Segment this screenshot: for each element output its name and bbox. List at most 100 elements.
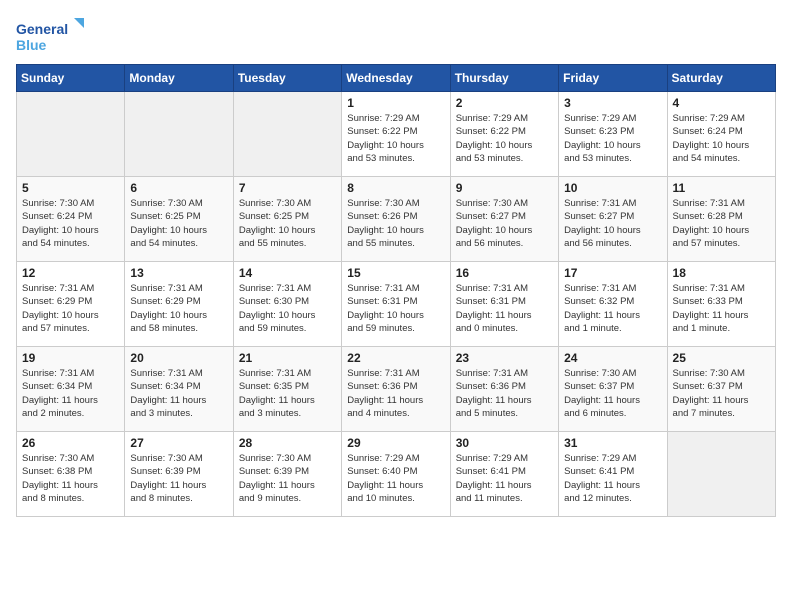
day-info: Sunrise: 7:31 AM Sunset: 6:31 PM Dayligh…	[347, 282, 444, 335]
day-info: Sunrise: 7:31 AM Sunset: 6:36 PM Dayligh…	[347, 367, 444, 420]
col-header-tuesday: Tuesday	[233, 65, 341, 92]
day-number: 21	[239, 351, 336, 365]
day-number: 16	[456, 266, 553, 280]
calendar-cell: 25 Sunrise: 7:30 AM Sunset: 6:37 PM Dayli…	[667, 347, 775, 432]
calendar-cell: 9 Sunrise: 7:30 AM Sunset: 6:27 PM Daylig…	[450, 177, 558, 262]
calendar-cell: 29 Sunrise: 7:29 AM Sunset: 6:40 PM Dayli…	[342, 432, 450, 517]
day-number: 31	[564, 436, 661, 450]
day-info: Sunrise: 7:30 AM Sunset: 6:38 PM Dayligh…	[22, 452, 119, 505]
day-number: 18	[673, 266, 770, 280]
day-info: Sunrise: 7:29 AM Sunset: 6:40 PM Dayligh…	[347, 452, 444, 505]
col-header-thursday: Thursday	[450, 65, 558, 92]
calendar-cell: 15 Sunrise: 7:31 AM Sunset: 6:31 PM Dayli…	[342, 262, 450, 347]
calendar-cell	[125, 92, 233, 177]
day-info: Sunrise: 7:29 AM Sunset: 6:22 PM Dayligh…	[347, 112, 444, 165]
day-info: Sunrise: 7:29 AM Sunset: 6:41 PM Dayligh…	[564, 452, 661, 505]
calendar-cell: 12 Sunrise: 7:31 AM Sunset: 6:29 PM Dayli…	[17, 262, 125, 347]
calendar-cell: 18Sunrise: 7:31 AM Sunset: 6:33 PM Dayli…	[667, 262, 775, 347]
calendar-cell: 11Sunrise: 7:31 AM Sunset: 6:28 PM Dayli…	[667, 177, 775, 262]
calendar-cell: 13 Sunrise: 7:31 AM Sunset: 6:29 PM Dayli…	[125, 262, 233, 347]
day-info: Sunrise: 7:31 AM Sunset: 6:27 PM Dayligh…	[564, 197, 661, 250]
calendar-cell: 10 Sunrise: 7:31 AM Sunset: 6:27 PM Dayli…	[559, 177, 667, 262]
day-info: Sunrise: 7:29 AM Sunset: 6:23 PM Dayligh…	[564, 112, 661, 165]
calendar-cell: 26 Sunrise: 7:30 AM Sunset: 6:38 PM Dayli…	[17, 432, 125, 517]
header-row: SundayMondayTuesdayWednesdayThursdayFrid…	[17, 65, 776, 92]
logo-svg: General Blue	[16, 16, 86, 56]
day-number: 26	[22, 436, 119, 450]
day-info: Sunrise: 7:30 AM Sunset: 6:25 PM Dayligh…	[130, 197, 227, 250]
day-number: 14	[239, 266, 336, 280]
col-header-saturday: Saturday	[667, 65, 775, 92]
day-info: Sunrise: 7:30 AM Sunset: 6:25 PM Dayligh…	[239, 197, 336, 250]
day-info: Sunrise: 7:29 AM Sunset: 6:22 PM Dayligh…	[456, 112, 553, 165]
day-number: 12	[22, 266, 119, 280]
calendar-cell: 23 Sunrise: 7:31 AM Sunset: 6:36 PM Dayli…	[450, 347, 558, 432]
calendar-cell: 27 Sunrise: 7:30 AM Sunset: 6:39 PM Dayli…	[125, 432, 233, 517]
calendar-week-3: 12 Sunrise: 7:31 AM Sunset: 6:29 PM Dayli…	[17, 262, 776, 347]
col-header-wednesday: Wednesday	[342, 65, 450, 92]
day-number: 1	[347, 96, 444, 110]
calendar-cell: 21 Sunrise: 7:31 AM Sunset: 6:35 PM Dayli…	[233, 347, 341, 432]
calendar-cell: 5Sunrise: 7:30 AM Sunset: 6:24 PM Daylig…	[17, 177, 125, 262]
day-number: 28	[239, 436, 336, 450]
calendar-cell: 6 Sunrise: 7:30 AM Sunset: 6:25 PM Daylig…	[125, 177, 233, 262]
day-number: 2	[456, 96, 553, 110]
calendar-cell: 24Sunrise: 7:30 AM Sunset: 6:37 PM Dayli…	[559, 347, 667, 432]
day-number: 13	[130, 266, 227, 280]
calendar-cell: 2 Sunrise: 7:29 AM Sunset: 6:22 PM Daylig…	[450, 92, 558, 177]
calendar-cell: 3 Sunrise: 7:29 AM Sunset: 6:23 PM Daylig…	[559, 92, 667, 177]
svg-text:Blue: Blue	[16, 37, 47, 53]
calendar-cell: 1 Sunrise: 7:29 AM Sunset: 6:22 PM Daylig…	[342, 92, 450, 177]
day-number: 9	[456, 181, 553, 195]
day-number: 19	[22, 351, 119, 365]
day-info: Sunrise: 7:31 AM Sunset: 6:32 PM Dayligh…	[564, 282, 661, 335]
calendar-week-4: 19 Sunrise: 7:31 AM Sunset: 6:34 PM Dayli…	[17, 347, 776, 432]
day-number: 6	[130, 181, 227, 195]
day-number: 10	[564, 181, 661, 195]
calendar-cell: 28 Sunrise: 7:30 AM Sunset: 6:39 PM Dayli…	[233, 432, 341, 517]
day-info: Sunrise: 7:30 AM Sunset: 6:26 PM Dayligh…	[347, 197, 444, 250]
calendar-cell: 16Sunrise: 7:31 AM Sunset: 6:31 PM Dayli…	[450, 262, 558, 347]
calendar-cell: 7 Sunrise: 7:30 AM Sunset: 6:25 PM Daylig…	[233, 177, 341, 262]
day-number: 3	[564, 96, 661, 110]
svg-text:General: General	[16, 21, 68, 37]
day-info: Sunrise: 7:31 AM Sunset: 6:29 PM Dayligh…	[130, 282, 227, 335]
day-info: Sunrise: 7:31 AM Sunset: 6:28 PM Dayligh…	[673, 197, 770, 250]
calendar-cell	[17, 92, 125, 177]
calendar-cell: 20Sunrise: 7:31 AM Sunset: 6:34 PM Dayli…	[125, 347, 233, 432]
calendar-cell: 14Sunrise: 7:31 AM Sunset: 6:30 PM Dayli…	[233, 262, 341, 347]
day-info: Sunrise: 7:30 AM Sunset: 6:37 PM Dayligh…	[673, 367, 770, 420]
day-number: 30	[456, 436, 553, 450]
day-number: 22	[347, 351, 444, 365]
calendar-week-5: 26 Sunrise: 7:30 AM Sunset: 6:38 PM Dayli…	[17, 432, 776, 517]
calendar-cell: 22 Sunrise: 7:31 AM Sunset: 6:36 PM Dayli…	[342, 347, 450, 432]
day-info: Sunrise: 7:31 AM Sunset: 6:36 PM Dayligh…	[456, 367, 553, 420]
calendar-cell: 8 Sunrise: 7:30 AM Sunset: 6:26 PM Daylig…	[342, 177, 450, 262]
day-number: 7	[239, 181, 336, 195]
col-header-monday: Monday	[125, 65, 233, 92]
day-info: Sunrise: 7:31 AM Sunset: 6:34 PM Dayligh…	[130, 367, 227, 420]
calendar-cell: 30 Sunrise: 7:29 AM Sunset: 6:41 PM Dayli…	[450, 432, 558, 517]
day-info: Sunrise: 7:30 AM Sunset: 6:27 PM Dayligh…	[456, 197, 553, 250]
day-info: Sunrise: 7:30 AM Sunset: 6:39 PM Dayligh…	[239, 452, 336, 505]
day-number: 25	[673, 351, 770, 365]
day-number: 27	[130, 436, 227, 450]
day-number: 15	[347, 266, 444, 280]
calendar-cell: 4 Sunrise: 7:29 AM Sunset: 6:24 PM Daylig…	[667, 92, 775, 177]
day-info: Sunrise: 7:31 AM Sunset: 6:29 PM Dayligh…	[22, 282, 119, 335]
day-number: 29	[347, 436, 444, 450]
page-header: General Blue	[16, 16, 776, 56]
day-info: Sunrise: 7:29 AM Sunset: 6:24 PM Dayligh…	[673, 112, 770, 165]
day-info: Sunrise: 7:29 AM Sunset: 6:41 PM Dayligh…	[456, 452, 553, 505]
day-number: 23	[456, 351, 553, 365]
day-number: 24	[564, 351, 661, 365]
day-info: Sunrise: 7:30 AM Sunset: 6:24 PM Dayligh…	[22, 197, 119, 250]
day-number: 4	[673, 96, 770, 110]
day-number: 8	[347, 181, 444, 195]
calendar-cell	[233, 92, 341, 177]
logo: General Blue	[16, 16, 86, 56]
day-info: Sunrise: 7:31 AM Sunset: 6:35 PM Dayligh…	[239, 367, 336, 420]
day-info: Sunrise: 7:31 AM Sunset: 6:34 PM Dayligh…	[22, 367, 119, 420]
day-info: Sunrise: 7:30 AM Sunset: 6:39 PM Dayligh…	[130, 452, 227, 505]
calendar-cell: 19 Sunrise: 7:31 AM Sunset: 6:34 PM Dayli…	[17, 347, 125, 432]
